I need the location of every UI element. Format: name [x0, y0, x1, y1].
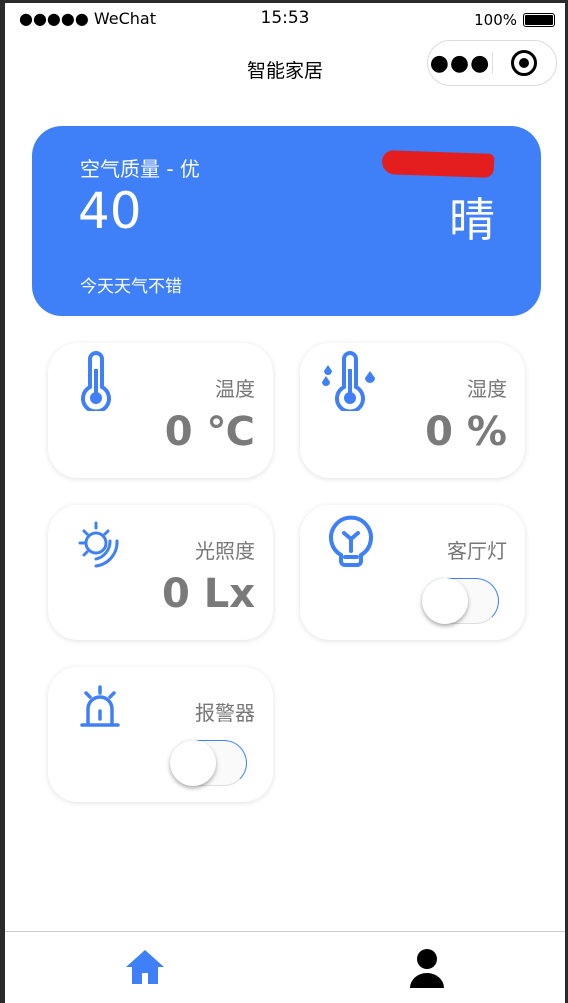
humidity-card: 湿度 0 % [300, 343, 525, 478]
weather-banner: 空气质量 - 优 40 今天天气不错 晴 [32, 126, 541, 316]
weather-message: 今天天气不错 [80, 277, 182, 297]
card-value: 0 % [425, 409, 507, 455]
card-label: 报警器 [195, 701, 255, 725]
alarm-icon [80, 685, 120, 727]
mini-program-capsule: ●●● [427, 40, 557, 86]
more-dots-icon[interactable]: ●●● [428, 51, 492, 76]
air-quality-label: 空气质量 - 优 [80, 157, 200, 181]
alarm-card: 报警器 [48, 667, 273, 802]
humidity-icon [322, 351, 375, 411]
phone-screen: ●●●●● WeChat 15:53 100% 智能家居 ●●● 空气质量 - … [5, 3, 565, 1003]
alarm-switch[interactable] [170, 740, 247, 786]
user-icon[interactable] [408, 948, 446, 988]
aqi-value: 40 [78, 182, 142, 240]
thermometer-icon [81, 351, 111, 411]
card-label: 湿度 [467, 377, 507, 401]
card-label: 客厅灯 [447, 539, 507, 563]
light-card: 光照度 0 Lx [48, 505, 273, 640]
living-room-light-card: 客厅灯 [300, 505, 525, 640]
living-room-light-switch[interactable] [422, 578, 499, 624]
tab-bar [5, 931, 565, 1003]
card-value: 0 ℃ [164, 409, 255, 455]
status-bar: ●●●●● WeChat 15:53 100% [5, 3, 565, 37]
card-label: 光照度 [195, 539, 255, 563]
target-icon[interactable] [511, 50, 537, 76]
home-icon[interactable] [125, 948, 165, 986]
weather-condition: 晴 [449, 193, 495, 247]
bulb-icon [329, 515, 373, 567]
card-value: 0 Lx [161, 571, 255, 617]
battery-percent: 100% [474, 11, 517, 29]
battery-icon [523, 13, 555, 27]
redaction-mark [381, 150, 495, 178]
card-label: 温度 [215, 377, 255, 401]
temperature-card: 温度 0 ℃ [48, 343, 273, 478]
sun-icon [78, 521, 119, 568]
